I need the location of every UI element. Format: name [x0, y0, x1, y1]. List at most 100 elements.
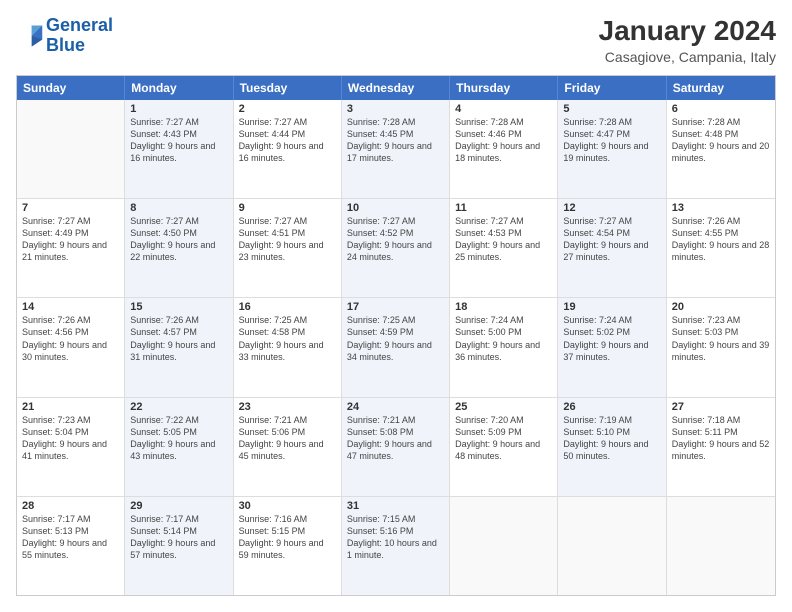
- day-cell: 22Sunrise: 7:22 AM Sunset: 5:05 PM Dayli…: [125, 398, 233, 496]
- day-cell: 8Sunrise: 7:27 AM Sunset: 4:50 PM Daylig…: [125, 199, 233, 297]
- week-row: 7Sunrise: 7:27 AM Sunset: 4:49 PM Daylig…: [17, 199, 775, 298]
- calendar: SundayMondayTuesdayWednesdayThursdayFrid…: [16, 75, 776, 596]
- day-info: Sunrise: 7:27 AM Sunset: 4:54 PM Dayligh…: [563, 215, 660, 264]
- day-number: 23: [239, 401, 336, 413]
- day-info: Sunrise: 7:28 AM Sunset: 4:46 PM Dayligh…: [455, 116, 552, 165]
- day-info: Sunrise: 7:25 AM Sunset: 4:59 PM Dayligh…: [347, 314, 444, 363]
- day-cell: 9Sunrise: 7:27 AM Sunset: 4:51 PM Daylig…: [234, 199, 342, 297]
- day-info: Sunrise: 7:22 AM Sunset: 5:05 PM Dayligh…: [130, 414, 227, 463]
- day-cell: 15Sunrise: 7:26 AM Sunset: 4:57 PM Dayli…: [125, 298, 233, 396]
- day-number: 27: [672, 401, 770, 413]
- day-info: Sunrise: 7:27 AM Sunset: 4:50 PM Dayligh…: [130, 215, 227, 264]
- day-cell: 3Sunrise: 7:28 AM Sunset: 4:45 PM Daylig…: [342, 100, 450, 198]
- week-row: 14Sunrise: 7:26 AM Sunset: 4:56 PM Dayli…: [17, 298, 775, 397]
- day-info: Sunrise: 7:17 AM Sunset: 5:14 PM Dayligh…: [130, 513, 227, 562]
- day-cell: 23Sunrise: 7:21 AM Sunset: 5:06 PM Dayli…: [234, 398, 342, 496]
- day-cell: [450, 497, 558, 595]
- day-cell: 31Sunrise: 7:15 AM Sunset: 5:16 PM Dayli…: [342, 497, 450, 595]
- day-info: Sunrise: 7:26 AM Sunset: 4:56 PM Dayligh…: [22, 314, 119, 363]
- day-cell: [17, 100, 125, 198]
- day-cell: 17Sunrise: 7:25 AM Sunset: 4:59 PM Dayli…: [342, 298, 450, 396]
- day-number: 22: [130, 401, 227, 413]
- day-info: Sunrise: 7:17 AM Sunset: 5:13 PM Dayligh…: [22, 513, 119, 562]
- day-number: 10: [347, 202, 444, 214]
- page: General Blue January 2024 Casagiove, Cam…: [0, 0, 792, 612]
- col-header-wednesday: Wednesday: [342, 76, 450, 100]
- day-cell: 6Sunrise: 7:28 AM Sunset: 4:48 PM Daylig…: [667, 100, 775, 198]
- day-number: 7: [22, 202, 119, 214]
- day-cell: 10Sunrise: 7:27 AM Sunset: 4:52 PM Dayli…: [342, 199, 450, 297]
- day-number: 31: [347, 500, 444, 512]
- day-info: Sunrise: 7:24 AM Sunset: 5:02 PM Dayligh…: [563, 314, 660, 363]
- day-cell: 26Sunrise: 7:19 AM Sunset: 5:10 PM Dayli…: [558, 398, 666, 496]
- day-number: 6: [672, 103, 770, 115]
- day-info: Sunrise: 7:27 AM Sunset: 4:53 PM Dayligh…: [455, 215, 552, 264]
- logo: General Blue: [16, 16, 113, 56]
- day-info: Sunrise: 7:27 AM Sunset: 4:52 PM Dayligh…: [347, 215, 444, 264]
- day-cell: 25Sunrise: 7:20 AM Sunset: 5:09 PM Dayli…: [450, 398, 558, 496]
- day-info: Sunrise: 7:19 AM Sunset: 5:10 PM Dayligh…: [563, 414, 660, 463]
- day-number: 19: [563, 301, 660, 313]
- week-row: 1Sunrise: 7:27 AM Sunset: 4:43 PM Daylig…: [17, 100, 775, 199]
- day-info: Sunrise: 7:27 AM Sunset: 4:51 PM Dayligh…: [239, 215, 336, 264]
- day-cell: 5Sunrise: 7:28 AM Sunset: 4:47 PM Daylig…: [558, 100, 666, 198]
- day-cell: 7Sunrise: 7:27 AM Sunset: 4:49 PM Daylig…: [17, 199, 125, 297]
- weeks: 1Sunrise: 7:27 AM Sunset: 4:43 PM Daylig…: [17, 100, 775, 595]
- day-number: 20: [672, 301, 770, 313]
- day-cell: 29Sunrise: 7:17 AM Sunset: 5:14 PM Dayli…: [125, 497, 233, 595]
- subtitle: Casagiove, Campania, Italy: [599, 49, 776, 65]
- day-info: Sunrise: 7:28 AM Sunset: 4:47 PM Dayligh…: [563, 116, 660, 165]
- day-number: 2: [239, 103, 336, 115]
- day-cell: 28Sunrise: 7:17 AM Sunset: 5:13 PM Dayli…: [17, 497, 125, 595]
- day-number: 9: [239, 202, 336, 214]
- week-row: 21Sunrise: 7:23 AM Sunset: 5:04 PM Dayli…: [17, 398, 775, 497]
- col-header-saturday: Saturday: [667, 76, 775, 100]
- day-info: Sunrise: 7:23 AM Sunset: 5:03 PM Dayligh…: [672, 314, 770, 363]
- day-cell: 30Sunrise: 7:16 AM Sunset: 5:15 PM Dayli…: [234, 497, 342, 595]
- day-cell: 24Sunrise: 7:21 AM Sunset: 5:08 PM Dayli…: [342, 398, 450, 496]
- day-cell: [558, 497, 666, 595]
- day-number: 21: [22, 401, 119, 413]
- col-header-thursday: Thursday: [450, 76, 558, 100]
- column-headers: SundayMondayTuesdayWednesdayThursdayFrid…: [17, 76, 775, 100]
- day-cell: 14Sunrise: 7:26 AM Sunset: 4:56 PM Dayli…: [17, 298, 125, 396]
- col-header-friday: Friday: [558, 76, 666, 100]
- col-header-tuesday: Tuesday: [234, 76, 342, 100]
- day-cell: 11Sunrise: 7:27 AM Sunset: 4:53 PM Dayli…: [450, 199, 558, 297]
- day-number: 13: [672, 202, 770, 214]
- day-cell: 16Sunrise: 7:25 AM Sunset: 4:58 PM Dayli…: [234, 298, 342, 396]
- col-header-sunday: Sunday: [17, 76, 125, 100]
- day-cell: 18Sunrise: 7:24 AM Sunset: 5:00 PM Dayli…: [450, 298, 558, 396]
- day-info: Sunrise: 7:27 AM Sunset: 4:44 PM Dayligh…: [239, 116, 336, 165]
- logo-icon: [16, 22, 44, 50]
- main-title: January 2024: [599, 16, 776, 47]
- day-cell: 12Sunrise: 7:27 AM Sunset: 4:54 PM Dayli…: [558, 199, 666, 297]
- col-header-monday: Monday: [125, 76, 233, 100]
- day-number: 14: [22, 301, 119, 313]
- title-area: January 2024 Casagiove, Campania, Italy: [599, 16, 776, 65]
- day-cell: 20Sunrise: 7:23 AM Sunset: 5:03 PM Dayli…: [667, 298, 775, 396]
- day-number: 28: [22, 500, 119, 512]
- day-number: 12: [563, 202, 660, 214]
- day-cell: 21Sunrise: 7:23 AM Sunset: 5:04 PM Dayli…: [17, 398, 125, 496]
- day-info: Sunrise: 7:18 AM Sunset: 5:11 PM Dayligh…: [672, 414, 770, 463]
- day-info: Sunrise: 7:27 AM Sunset: 4:49 PM Dayligh…: [22, 215, 119, 264]
- logo-text: General Blue: [46, 16, 113, 56]
- day-info: Sunrise: 7:25 AM Sunset: 4:58 PM Dayligh…: [239, 314, 336, 363]
- day-info: Sunrise: 7:23 AM Sunset: 5:04 PM Dayligh…: [22, 414, 119, 463]
- day-number: 11: [455, 202, 552, 214]
- day-info: Sunrise: 7:24 AM Sunset: 5:00 PM Dayligh…: [455, 314, 552, 363]
- day-cell: 2Sunrise: 7:27 AM Sunset: 4:44 PM Daylig…: [234, 100, 342, 198]
- day-info: Sunrise: 7:21 AM Sunset: 5:06 PM Dayligh…: [239, 414, 336, 463]
- day-number: 15: [130, 301, 227, 313]
- day-number: 1: [130, 103, 227, 115]
- day-info: Sunrise: 7:28 AM Sunset: 4:48 PM Dayligh…: [672, 116, 770, 165]
- day-info: Sunrise: 7:16 AM Sunset: 5:15 PM Dayligh…: [239, 513, 336, 562]
- day-cell: 4Sunrise: 7:28 AM Sunset: 4:46 PM Daylig…: [450, 100, 558, 198]
- header: General Blue January 2024 Casagiove, Cam…: [16, 16, 776, 65]
- day-number: 25: [455, 401, 552, 413]
- day-cell: 1Sunrise: 7:27 AM Sunset: 4:43 PM Daylig…: [125, 100, 233, 198]
- day-cell: [667, 497, 775, 595]
- day-info: Sunrise: 7:20 AM Sunset: 5:09 PM Dayligh…: [455, 414, 552, 463]
- day-cell: 13Sunrise: 7:26 AM Sunset: 4:55 PM Dayli…: [667, 199, 775, 297]
